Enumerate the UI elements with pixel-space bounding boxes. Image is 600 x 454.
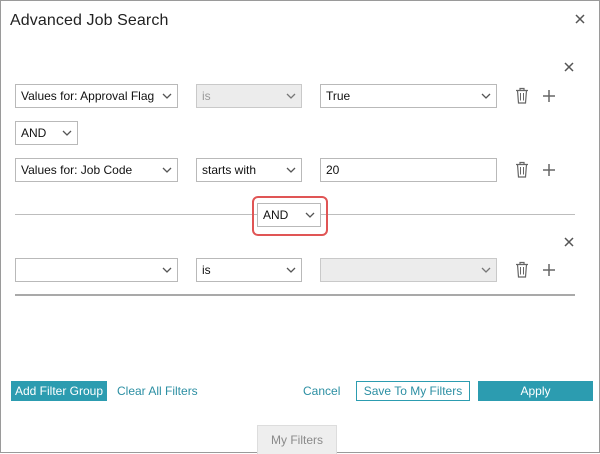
plus-icon[interactable] xyxy=(542,263,556,277)
chevron-down-icon xyxy=(286,167,296,173)
group1-row1-field-value: Values for: Approval Flag xyxy=(21,89,155,103)
group1-row2-value-text: 20 xyxy=(326,163,340,177)
group1-row1-value-value: True xyxy=(326,89,351,103)
trash-icon[interactable] xyxy=(515,87,529,104)
apply-button[interactable]: Apply xyxy=(478,381,593,401)
tab-my-filters[interactable]: My Filters xyxy=(257,425,337,454)
remove-group-1-icon[interactable] xyxy=(562,60,576,74)
group1-row2-field-value: Values for: Job Code xyxy=(21,163,133,177)
group1-connector-value: AND xyxy=(21,126,47,140)
group2-row1-field-select[interactable] xyxy=(15,258,178,282)
group2-row1-operator-value: is xyxy=(202,263,211,277)
group1-connector-select[interactable]: AND xyxy=(15,121,78,145)
plus-icon[interactable] xyxy=(542,163,556,177)
plus-icon[interactable] xyxy=(542,89,556,103)
chevron-down-icon xyxy=(286,93,296,99)
chevron-down-icon xyxy=(162,167,172,173)
add-filter-group-button[interactable]: Add Filter Group xyxy=(11,381,107,401)
close-dialog-icon[interactable] xyxy=(573,12,587,26)
trash-icon[interactable] xyxy=(515,161,529,178)
group1-row2-field-select[interactable]: Values for: Job Code xyxy=(15,158,178,182)
chevron-down-icon xyxy=(162,267,172,273)
chevron-down-icon xyxy=(62,130,72,136)
chevron-down-icon xyxy=(481,93,491,99)
group2-row1-value-select[interactable] xyxy=(320,258,497,282)
clear-all-filters-link[interactable]: Clear All Filters xyxy=(117,384,198,398)
chevron-down-icon xyxy=(305,212,315,218)
group1-row1-operator-value: is xyxy=(202,89,211,103)
chevron-down-icon xyxy=(286,267,296,273)
chevron-down-icon xyxy=(481,267,491,273)
group1-row1-value-select[interactable]: True xyxy=(320,84,497,108)
group1-row2-operator-select[interactable]: starts with xyxy=(196,158,302,182)
group-connector-value: AND xyxy=(263,208,289,222)
group2-row1-operator-select[interactable]: is xyxy=(196,258,302,282)
cancel-link[interactable]: Cancel xyxy=(303,384,340,398)
dialog-title: Advanced Job Search xyxy=(10,12,169,29)
group1-row1-field-select[interactable]: Values for: Approval Flag xyxy=(15,84,178,108)
trash-icon[interactable] xyxy=(515,261,529,278)
group-connector-select[interactable]: AND xyxy=(257,203,321,227)
save-to-my-filters-button[interactable]: Save To My Filters xyxy=(356,381,470,401)
group1-row1-operator-select[interactable]: is xyxy=(196,84,302,108)
group1-row2-value-input[interactable]: 20 xyxy=(320,158,497,182)
advanced-job-search-dialog: Advanced Job Search Values for: Approval… xyxy=(0,0,600,454)
group2-bottom-line xyxy=(15,294,575,296)
group1-row2-operator-value: starts with xyxy=(202,163,257,177)
chevron-down-icon xyxy=(162,93,172,99)
remove-group-2-icon[interactable] xyxy=(562,235,576,249)
